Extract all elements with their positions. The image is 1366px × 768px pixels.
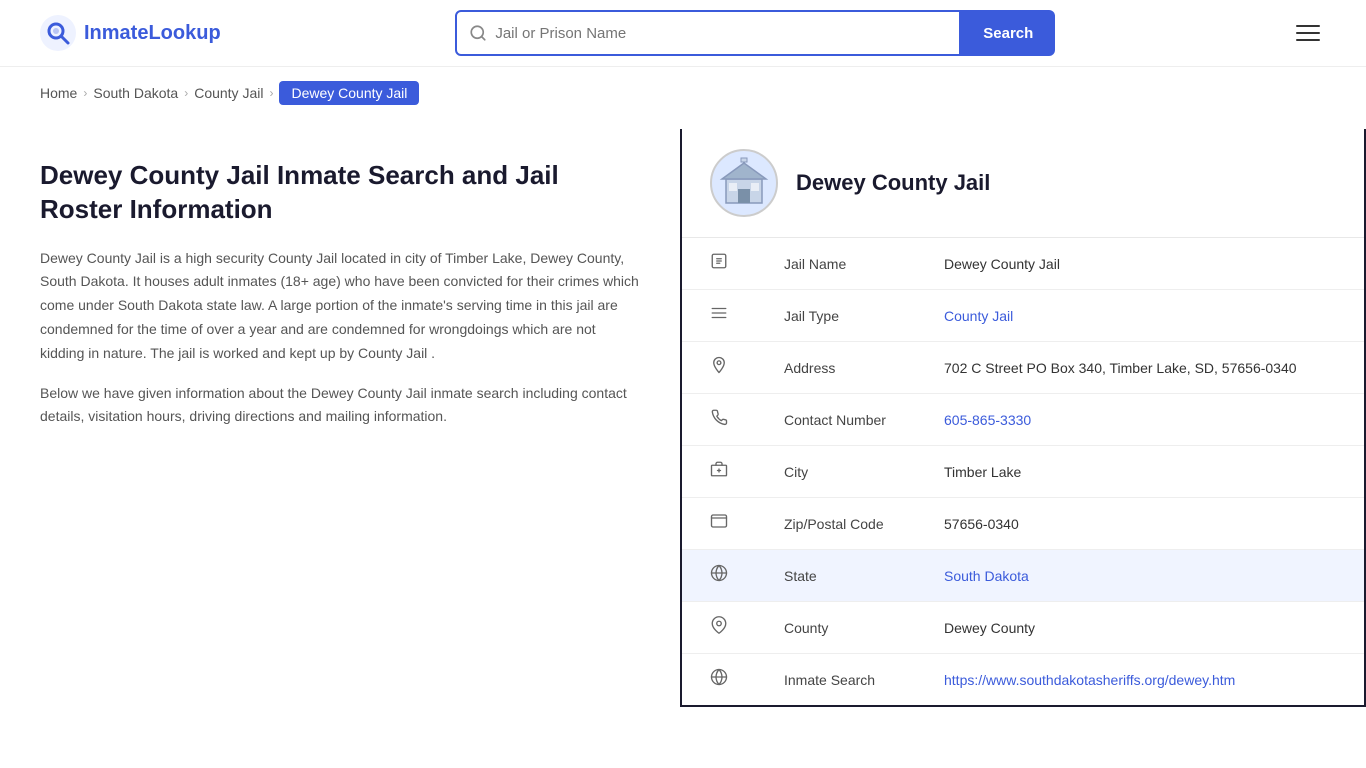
- left-content: Dewey County Jail Inmate Search and Jail…: [0, 119, 680, 719]
- breadcrumb-home[interactable]: Home: [40, 85, 77, 101]
- table-row: City Timber Lake: [682, 446, 1364, 498]
- logo-text: InmateLookup: [84, 22, 221, 45]
- breadcrumb-sep-2: ›: [184, 86, 188, 100]
- inmate-search-value: https://www.southdakotasheriffs.org/dewe…: [916, 654, 1364, 706]
- table-row: County Dewey County: [682, 602, 1364, 654]
- table-row: Jail Name Dewey County Jail: [682, 238, 1364, 290]
- jail-type-value: County Jail: [916, 290, 1364, 342]
- page-title: Dewey County Jail Inmate Search and Jail…: [40, 159, 640, 227]
- contact-link[interactable]: 605-865-3330: [944, 412, 1031, 428]
- facility-name-heading: Dewey County Jail: [796, 170, 990, 196]
- city-icon: [682, 446, 756, 498]
- table-row-highlighted: State South Dakota: [682, 550, 1364, 602]
- description-paragraph-1: Dewey County Jail is a high security Cou…: [40, 247, 640, 366]
- breadcrumb: Home › South Dakota › County Jail › Dewe…: [0, 67, 1366, 119]
- breadcrumb-sep-3: ›: [269, 86, 273, 100]
- county-icon: [682, 602, 756, 654]
- jail-name-value: Dewey County Jail: [916, 238, 1364, 290]
- breadcrumb-state[interactable]: South Dakota: [93, 85, 178, 101]
- address-value: 702 C Street PO Box 340, Timber Lake, SD…: [916, 342, 1364, 394]
- jail-type-link[interactable]: County Jail: [944, 308, 1013, 324]
- search-area: Search: [455, 10, 1055, 56]
- table-row: Zip/Postal Code 57656-0340: [682, 498, 1364, 550]
- header: InmateLookup Search: [0, 0, 1366, 67]
- contact-value: 605-865-3330: [916, 394, 1364, 446]
- facility-details-table: Jail Name Dewey County Jail Jail Type Co…: [682, 238, 1364, 705]
- zip-icon: [682, 498, 756, 550]
- city-value: Timber Lake: [916, 446, 1364, 498]
- address-icon: [682, 342, 756, 394]
- jail-name-label: Jail Name: [756, 238, 916, 290]
- contact-label: Contact Number: [756, 394, 916, 446]
- county-value: Dewey County: [916, 602, 1364, 654]
- jail-name-icon: [682, 238, 756, 290]
- main-content: Dewey County Jail Inmate Search and Jail…: [0, 119, 1366, 719]
- inmate-search-link[interactable]: https://www.southdakotasheriffs.org/dewe…: [944, 672, 1235, 688]
- state-link[interactable]: South Dakota: [944, 568, 1029, 584]
- jail-type-icon: [682, 290, 756, 342]
- menu-line-1: [1296, 25, 1320, 27]
- state-icon: [682, 550, 756, 602]
- hamburger-menu-button[interactable]: [1290, 19, 1326, 47]
- inmate-search-icon: [682, 654, 756, 706]
- city-label: City: [756, 446, 916, 498]
- search-button[interactable]: Search: [961, 10, 1055, 56]
- address-label: Address: [756, 342, 916, 394]
- jail-type-label: Jail Type: [756, 290, 916, 342]
- county-label: County: [756, 602, 916, 654]
- zip-value: 57656-0340: [916, 498, 1364, 550]
- table-row: Contact Number 605-865-3330: [682, 394, 1364, 446]
- description-paragraph-2: Below we have given information about th…: [40, 382, 640, 430]
- state-value: South Dakota: [916, 550, 1364, 602]
- search-wrapper: [455, 10, 961, 56]
- table-row: Inmate Search https://www.southdakotashe…: [682, 654, 1364, 706]
- menu-line-3: [1296, 39, 1320, 41]
- phone-icon: [682, 394, 756, 446]
- search-input[interactable]: [495, 25, 947, 42]
- zip-label: Zip/Postal Code: [756, 498, 916, 550]
- table-row: Address 702 C Street PO Box 340, Timber …: [682, 342, 1364, 394]
- breadcrumb-current: Dewey County Jail: [279, 81, 419, 105]
- breadcrumb-type[interactable]: County Jail: [194, 85, 263, 101]
- logo-icon: [40, 15, 76, 51]
- facility-info-card: Dewey County Jail Jail Name Dewey County…: [680, 129, 1366, 707]
- building-icon: [718, 157, 770, 209]
- breadcrumb-sep-1: ›: [83, 86, 87, 100]
- search-icon: [469, 24, 487, 42]
- facility-image: [710, 149, 778, 217]
- table-row: Jail Type County Jail: [682, 290, 1364, 342]
- card-header: Dewey County Jail: [682, 129, 1364, 238]
- inmate-search-label: Inmate Search: [756, 654, 916, 706]
- logo-link[interactable]: InmateLookup: [40, 15, 221, 51]
- menu-line-2: [1296, 32, 1320, 34]
- state-label: State: [756, 550, 916, 602]
